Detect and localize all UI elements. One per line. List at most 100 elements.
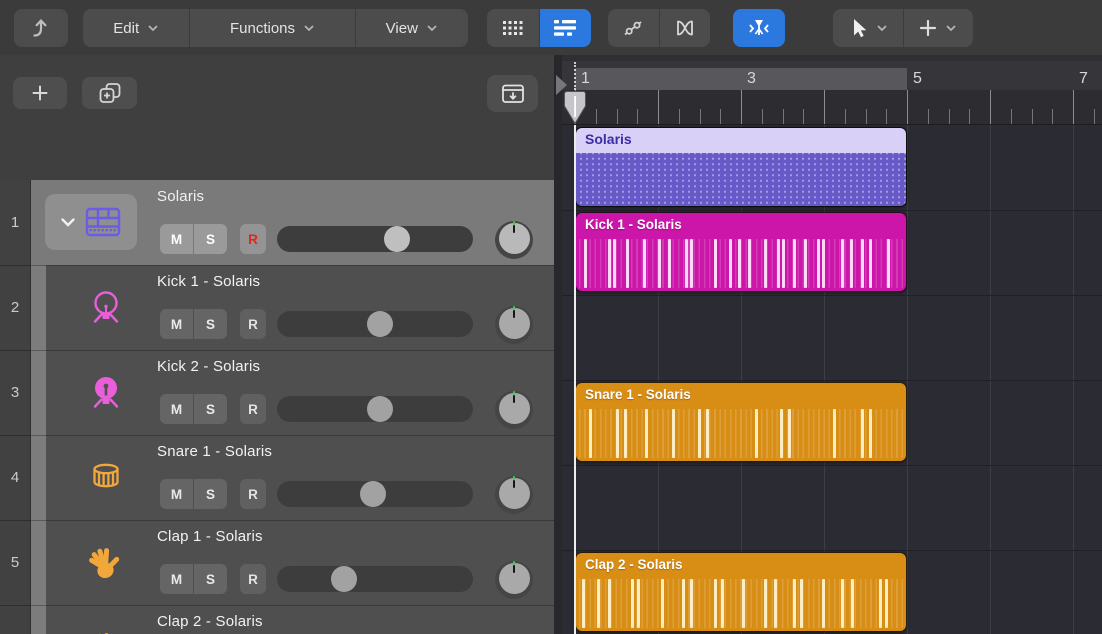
mute-button[interactable]: M [160, 564, 194, 594]
midi-transform-button[interactable] [659, 9, 711, 47]
midi-note-line [729, 239, 732, 288]
bar-ruler[interactable]: 1357 [562, 55, 1102, 90]
lane-divider [562, 210, 1102, 211]
snare-drum-icon [86, 458, 126, 498]
row-divider [0, 435, 554, 436]
playhead-marker[interactable] [564, 91, 586, 124]
chevron-down-icon [60, 217, 76, 228]
track-stack-indicator [31, 265, 46, 634]
midi-note-line [637, 579, 640, 628]
record-enable-button[interactable]: R [240, 564, 266, 594]
midi-note-line [764, 579, 767, 628]
record-enable-button[interactable]: R [240, 394, 266, 424]
midi-note-line [608, 579, 611, 628]
clap-hand-icon [86, 543, 126, 583]
duplicate-track-icon [98, 82, 122, 104]
catch-up-button[interactable] [14, 9, 68, 47]
record-enable-button[interactable]: R [240, 309, 266, 339]
volume-slider[interactable] [277, 311, 473, 337]
region-clap-2-solaris[interactable]: Clap 2 - Solaris [575, 552, 907, 632]
volume-slider-knob[interactable] [360, 481, 386, 507]
midi-note-line [817, 239, 820, 288]
midi-note-line [851, 579, 854, 628]
volume-slider[interactable] [277, 566, 473, 592]
mute-button[interactable]: M [160, 224, 194, 254]
volume-slider-knob[interactable] [384, 226, 410, 252]
automation-button[interactable] [608, 9, 659, 47]
beat-tick [637, 109, 638, 124]
midi-note-line [624, 409, 627, 458]
duplicate-track-button[interactable] [82, 77, 137, 109]
track-number: 6 [0, 605, 31, 634]
solo-button[interactable]: S [194, 224, 227, 254]
beat-tick [783, 109, 784, 124]
beat-tick [1032, 109, 1033, 124]
track-number: 2 [0, 265, 31, 350]
midi-note-line [721, 579, 724, 628]
region-solaris[interactable]: Solaris [575, 127, 907, 207]
track-header-1[interactable]: 1 SolarisMSR [0, 180, 554, 265]
lane-divider [562, 380, 1102, 381]
mute-button[interactable]: M [160, 309, 194, 339]
mute-button[interactable]: M [160, 394, 194, 424]
list-view-button[interactable] [539, 9, 592, 47]
solo-button[interactable]: S [194, 394, 227, 424]
volume-slider-knob[interactable] [331, 566, 357, 592]
track-header-6[interactable]: 6 Clap 2 - SolarisMSR [0, 605, 554, 634]
region-snare-1-solaris[interactable]: Snare 1 - Solaris [575, 382, 907, 462]
solo-button[interactable]: S [194, 309, 227, 339]
bar-tick [741, 90, 742, 124]
region-kick-1-solaris[interactable]: Kick 1 - Solaris [575, 212, 907, 292]
track-header-4[interactable]: 4 Snare 1 - SolarisMSR [0, 435, 554, 520]
midi-note-line [887, 239, 890, 288]
secondary-tool-button[interactable] [903, 9, 974, 47]
grid-view-button[interactable] [487, 9, 539, 47]
bar-tick [1073, 90, 1074, 124]
volume-slider[interactable] [277, 226, 473, 252]
pan-knob[interactable] [495, 306, 533, 344]
pan-knob-tick [513, 310, 516, 318]
beat-tick [1052, 109, 1053, 124]
midi-note-line [626, 239, 629, 288]
catch-playhead-button[interactable] [733, 9, 785, 47]
midi-note-line [698, 409, 701, 458]
pan-knob[interactable] [495, 561, 533, 599]
track-header-2[interactable]: 2 Kick 1 - SolarisMSR [0, 265, 554, 350]
volume-slider-knob[interactable] [367, 396, 393, 422]
track-header-3[interactable]: 3 Kick 2 - SolarisMSR [0, 350, 554, 435]
kick-drum-filled-icon [86, 373, 126, 413]
view-menu-button[interactable]: View [355, 9, 468, 47]
drum-machine-icon [83, 202, 123, 242]
add-track-button[interactable] [13, 77, 67, 109]
plus-icon [32, 85, 48, 101]
edit-menu-button[interactable]: Edit [83, 9, 189, 47]
pointer-tool-button[interactable] [833, 9, 903, 47]
midi-note-line [658, 239, 661, 288]
pan-knob[interactable] [495, 391, 533, 429]
tracks-area[interactable]: 1357 SolarisKick 1 - Solaris Snare 1 - So… [562, 55, 1102, 634]
midi-note-line [685, 239, 688, 288]
track-disclosure-button[interactable] [45, 194, 137, 250]
pan-knob[interactable] [495, 476, 533, 514]
tool-menu-group [833, 9, 973, 47]
mute-button[interactable]: M [160, 479, 194, 509]
row-divider [0, 520, 554, 521]
solo-button[interactable]: S [194, 564, 227, 594]
track-header-config-button[interactable] [487, 75, 538, 112]
volume-slider-knob[interactable] [367, 311, 393, 337]
pan-knob[interactable] [495, 221, 533, 259]
chevron-down-icon [147, 24, 159, 32]
track-header-5[interactable]: 5 Clap 1 - SolarisMSR [0, 520, 554, 605]
functions-menu-button[interactable]: Functions [189, 9, 354, 47]
volume-slider[interactable] [277, 481, 473, 507]
midi-note-line [841, 239, 844, 288]
solo-button[interactable]: S [194, 479, 227, 509]
record-enable-button[interactable]: R [240, 479, 266, 509]
ruler-tick-strip[interactable] [562, 90, 1102, 125]
row-divider [0, 605, 554, 606]
row-divider [0, 350, 554, 351]
beat-tick [949, 109, 950, 124]
volume-slider[interactable] [277, 396, 473, 422]
panel-divider[interactable] [554, 55, 562, 634]
record-enable-button[interactable]: R [240, 224, 266, 254]
